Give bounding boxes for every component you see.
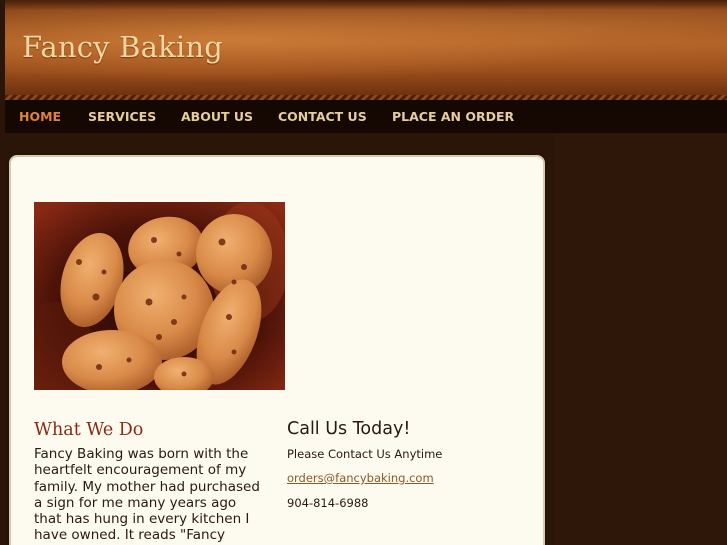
phone-number: 904-814-6988 [287, 496, 369, 510]
nav-place-an-order[interactable]: PLACE AN ORDER [392, 109, 514, 124]
header-banner: Fancy Baking [5, 0, 727, 95]
content-panel: What We Do Fancy Baking was born with th… [11, 157, 543, 545]
email-link[interactable]: orders@fancybaking.com [287, 471, 434, 485]
page: Fancy Baking HOME SERVICES ABOUT US CONT… [0, 0, 727, 545]
nav-services[interactable]: SERVICES [88, 109, 156, 124]
nav-home[interactable]: HOME [19, 109, 61, 124]
sidebar-column [553, 133, 727, 545]
main-nav: HOME SERVICES ABOUT US CONTACT US PLACE … [5, 100, 727, 133]
nav-contact-us[interactable]: CONTACT US [278, 109, 367, 124]
cookies-image [34, 202, 285, 390]
nav-about-us[interactable]: ABOUT US [181, 109, 253, 124]
cookies-photo [34, 202, 285, 390]
site-title[interactable]: Fancy Baking [22, 30, 223, 64]
what-we-do-heading: What We Do [34, 420, 144, 440]
call-us-heading: Call Us Today! [287, 419, 411, 439]
what-we-do-text: Fancy Baking was born with the heartfelt… [34, 446, 260, 545]
contact-subtext: Please Contact Us Anytime [287, 447, 443, 461]
